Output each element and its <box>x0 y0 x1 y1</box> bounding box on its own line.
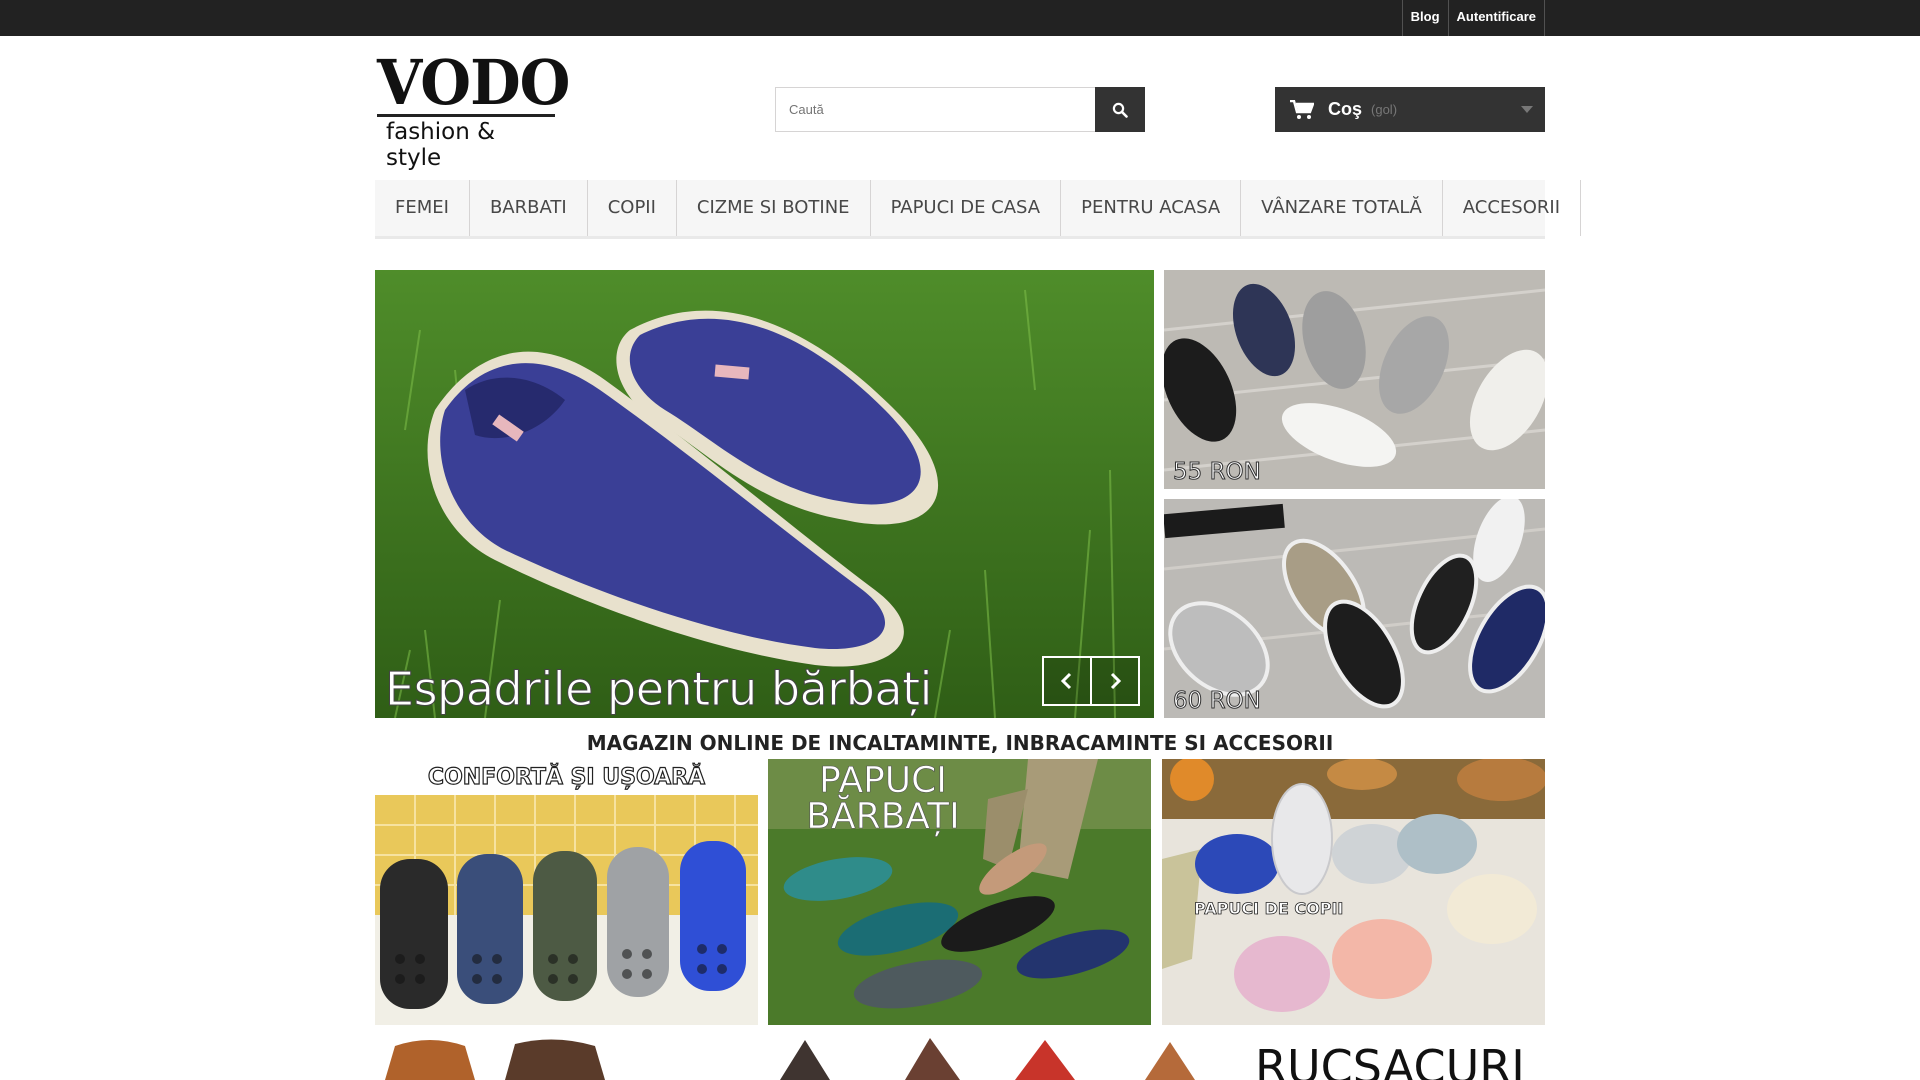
menu-item-pentru-acasa[interactable]: PENTRU ACASA <box>1061 180 1242 236</box>
menu-item-cizme-si-botine[interactable]: CIZME SI BOTINE <box>677 180 871 236</box>
menu-item-papuci-de-casa[interactable]: PAPUCI DE CASA <box>871 180 1062 236</box>
logo-brand: VODO <box>377 46 570 119</box>
slide-caption: Espadrile pentru bărbați <box>385 662 933 717</box>
slider-next-button[interactable] <box>1090 656 1140 706</box>
main-menu: FEMEI BARBATI COPII CIZME SI BOTINE PAPU… <box>375 180 1582 239</box>
banner-title: RUCSACURI <box>1255 1040 1525 1080</box>
menu-item-vanzare-totala[interactable]: VÂNZARE TOTALĂ <box>1241 180 1443 236</box>
slider-controls <box>1042 656 1140 706</box>
side-banner-price: 60 RON <box>1173 688 1262 715</box>
cart-label: Coş <box>1328 99 1363 119</box>
menu-item-barbati[interactable]: BARBATI <box>470 180 588 236</box>
login-link[interactable]: Autentificare <box>1447 0 1545 36</box>
menu-item-femei[interactable]: FEMEI <box>375 180 470 236</box>
section-heading: MAGAZIN ONLINE DE INCALTAMINTE, INBRACAM… <box>586 731 1334 755</box>
logo-tagline: fashion & style <box>386 119 496 171</box>
banner-kids-slippers[interactable]: PAPUCI DE COPII <box>1162 759 1545 1025</box>
menu-item-accesorii[interactable]: ACCESORII <box>1443 180 1582 236</box>
top-bar: Blog Autentificare <box>0 0 1920 36</box>
chevron-down-icon <box>1521 106 1533 113</box>
blog-link[interactable]: Blog <box>1401 0 1448 36</box>
backpacks-banner[interactable]: RUCSACURI <box>375 1034 1545 1080</box>
banner-image <box>1162 759 1545 1025</box>
search-input[interactable] <box>775 87 1095 132</box>
banner-title: PAPUCI DE COPII <box>1194 899 1344 919</box>
banner-men-slippers[interactable]: PAPUCI BĂRBAȚI <box>768 759 1151 1025</box>
search-button[interactable] <box>1095 87 1145 132</box>
side-banner-image <box>1164 499 1545 718</box>
chevron-right-icon <box>1110 672 1122 690</box>
banner-image <box>375 759 758 1025</box>
top-links: Blog Autentificare <box>1401 0 1545 36</box>
banner-clogs[interactable]: CONFORTĂ ȘI UȘOARĂ <box>375 759 758 1025</box>
cart-icon <box>1290 99 1314 119</box>
banner-title-line2: BĂRBAȚI <box>806 796 960 837</box>
banner-title: CONFORTĂ ȘI UȘOARĂ <box>427 764 706 790</box>
search-icon <box>1112 102 1128 118</box>
side-banner-image <box>1164 270 1545 489</box>
homepage-slider[interactable]: Espadrile pentru bărbați <box>375 270 1154 718</box>
banner-title-line1: PAPUCI <box>819 760 947 801</box>
cart-button[interactable]: Coş (gol) <box>1275 87 1545 132</box>
side-banner-price: 55 RON <box>1173 459 1262 486</box>
banner-title: PAPUCI BĂRBAȚI <box>768 760 998 837</box>
chevron-left-icon <box>1060 672 1072 690</box>
search-form <box>775 87 1145 132</box>
menu-item-copii[interactable]: COPII <box>588 180 677 236</box>
site-logo[interactable]: VODO fashion & style <box>377 46 570 171</box>
side-banner-1[interactable]: 55 RON <box>1164 270 1545 489</box>
slide-image <box>375 270 1154 718</box>
cart-status: (gol) <box>1371 102 1398 117</box>
side-banner-2[interactable]: 60 RON <box>1164 499 1545 718</box>
slider-prev-button[interactable] <box>1042 656 1092 706</box>
